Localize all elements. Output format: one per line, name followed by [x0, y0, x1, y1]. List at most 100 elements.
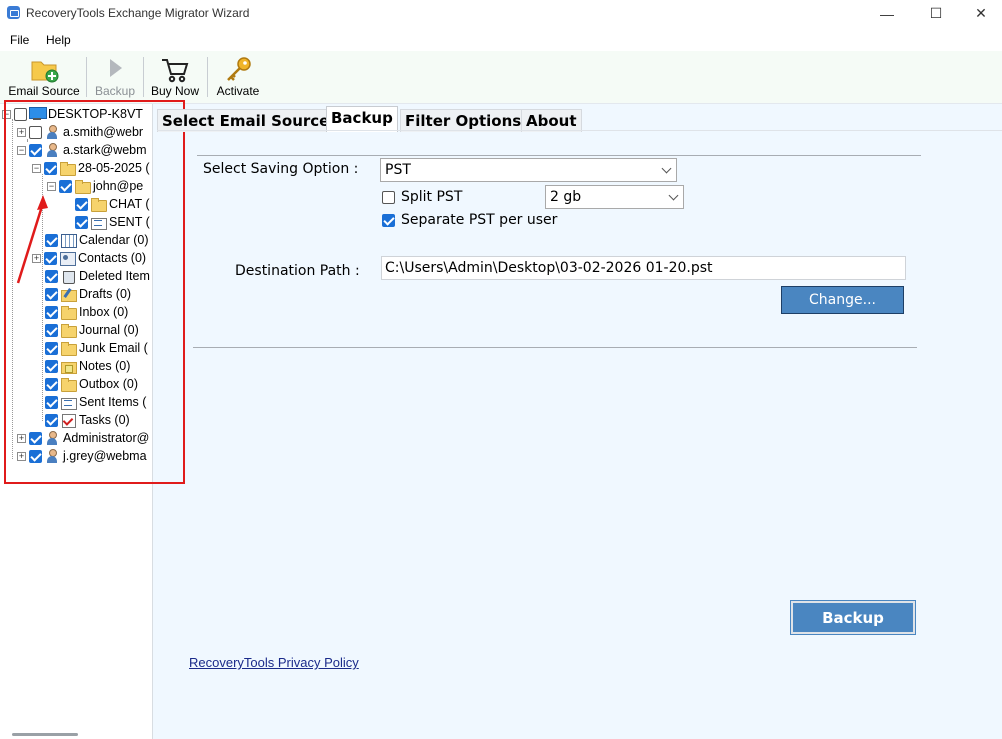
checkbox[interactable]	[44, 251, 57, 265]
separate-pst-row[interactable]: Separate PST per user	[382, 212, 557, 228]
tree-line	[42, 174, 43, 421]
folder-icon	[60, 323, 77, 338]
saving-option-label: Select Saving Option :	[203, 161, 359, 177]
checkbox[interactable]	[75, 215, 88, 229]
expand-icon[interactable]: +	[17, 127, 26, 137]
tree-folder[interactable]: Junk Email (	[45, 339, 148, 357]
destination-path-input[interactable]: C:\Users\Admin\Desktop\03-02-2026 01-20.…	[381, 256, 906, 280]
expand-icon[interactable]: +	[17, 451, 26, 461]
separate-pst-checkbox[interactable]	[382, 213, 395, 227]
tree-folder[interactable]: CHAT (	[75, 195, 150, 213]
tree-user[interactable]: − a.stark@webm	[17, 141, 147, 159]
tab-backup[interactable]: Backup	[326, 106, 398, 132]
buy-now-button[interactable]: Buy Now	[149, 53, 201, 101]
destination-path-value: C:\Users\Admin\Desktop\03-02-2026 01-20.…	[385, 260, 713, 276]
privacy-policy-link[interactable]: RecoveryTools Privacy Policy	[189, 655, 359, 670]
toolbar: Email Source Backup Buy Now Activate	[0, 51, 1002, 104]
change-button[interactable]: Change...	[781, 286, 904, 314]
collapse-icon[interactable]: −	[32, 163, 41, 173]
contacts-icon	[59, 251, 76, 266]
checkbox[interactable]	[45, 305, 58, 319]
tree-folder-label: Contacts (0)	[78, 251, 147, 265]
checkbox[interactable]	[59, 179, 72, 193]
minimize-button[interactable]: —	[864, 0, 910, 27]
collapse-icon[interactable]: −	[17, 145, 26, 155]
tree-folder[interactable]: Drafts (0)	[45, 285, 131, 303]
checkbox[interactable]	[45, 341, 58, 355]
tree-user-label: a.smith@webr	[63, 125, 144, 139]
activate-label: Activate	[216, 84, 260, 98]
tree-folder[interactable]: Calendar (0)	[45, 231, 148, 249]
tree-folder[interactable]: − john@pe	[47, 177, 143, 195]
tab-divider	[157, 130, 1002, 131]
folder-add-icon	[31, 61, 59, 83]
tree-folder[interactable]: + Contacts (0)	[32, 249, 146, 267]
inbox-icon	[60, 305, 77, 320]
tree-folder[interactable]: SENT (	[75, 213, 150, 231]
saving-option-select[interactable]: PST	[380, 158, 677, 182]
checkbox[interactable]	[75, 197, 88, 211]
tree-folder[interactable]: Notes (0)	[45, 357, 130, 375]
menu-file[interactable]: File	[10, 33, 29, 47]
tree-folder-label: CHAT (	[109, 197, 150, 211]
split-pst-label: Split PST	[401, 189, 463, 205]
expand-icon[interactable]: +	[17, 433, 26, 443]
checkbox[interactable]	[45, 377, 58, 391]
expand-icon[interactable]: +	[32, 253, 41, 263]
tree-folder[interactable]: Tasks (0)	[45, 411, 130, 429]
split-size-select[interactable]: 2 gb	[545, 185, 684, 209]
tab-about[interactable]: About	[521, 109, 582, 132]
tab-filter-options[interactable]: Filter Options	[400, 109, 527, 132]
horizontal-scrollbar[interactable]	[12, 733, 78, 736]
checkbox[interactable]	[45, 359, 58, 373]
close-button[interactable]: ✕	[958, 0, 1002, 27]
checkbox[interactable]	[45, 233, 58, 247]
checkbox[interactable]	[44, 161, 57, 175]
tree-root[interactable]: − DESKTOP-K8VT	[2, 105, 143, 123]
checkbox[interactable]	[45, 287, 58, 301]
tree-folder-label: john@pe	[93, 179, 144, 193]
checkbox[interactable]	[29, 431, 42, 445]
maximize-button[interactable]: ☐	[913, 0, 959, 27]
menu-help[interactable]: Help	[46, 33, 71, 47]
backup-button[interactable]: Backup	[790, 600, 916, 635]
tree-user-label: a.stark@webm	[63, 143, 147, 157]
checkbox[interactable]	[45, 395, 58, 409]
calendar-icon	[60, 233, 77, 248]
user-icon	[44, 431, 60, 445]
checkbox[interactable]	[29, 143, 42, 157]
tasks-icon	[60, 413, 76, 428]
backup-toolbar-button[interactable]: Backup	[92, 53, 138, 101]
split-pst-checkbox[interactable]	[382, 190, 395, 204]
tree-user[interactable]: + Administrator@	[17, 429, 149, 447]
tree-user[interactable]: + a.smith@webr	[17, 123, 143, 141]
checkbox[interactable]	[45, 269, 58, 283]
checkbox[interactable]	[14, 107, 27, 121]
destination-path-label: Destination Path :	[235, 263, 360, 279]
checkbox[interactable]	[45, 413, 58, 427]
folder-icon	[90, 197, 107, 212]
split-pst-row[interactable]: Split PST	[382, 189, 462, 205]
checkbox[interactable]	[29, 449, 42, 463]
drafts-icon	[60, 287, 77, 302]
tree-folder[interactable]: Sent Items (	[45, 393, 146, 411]
email-source-button[interactable]: Email Source	[8, 53, 80, 101]
tree-folder[interactable]: Outbox (0)	[45, 375, 138, 393]
tree-user-label: j.grey@webma	[63, 449, 147, 463]
tree-folder-label: SENT (	[109, 215, 150, 229]
collapse-icon[interactable]: −	[47, 181, 56, 191]
activate-button[interactable]: Activate	[213, 53, 263, 101]
split-size-value: 2 gb	[550, 189, 582, 205]
tree-folder-label: Journal (0)	[79, 323, 139, 337]
collapse-icon[interactable]: −	[2, 109, 11, 119]
tab-select-email-source[interactable]: Select Email Source	[157, 109, 335, 132]
tree-folder[interactable]: − 28-05-2025 (	[32, 159, 150, 177]
folder-tree-panel: − DESKTOP-K8VT + a.smith@webr − a.stark@…	[0, 104, 153, 739]
tree-folder[interactable]: Inbox (0)	[45, 303, 128, 321]
tree-user[interactable]: + j.grey@webma	[17, 447, 147, 465]
tree-folder[interactable]: Deleted Item	[45, 267, 150, 285]
buy-now-label: Buy Now	[150, 84, 200, 98]
checkbox[interactable]	[29, 125, 42, 139]
tree-folder[interactable]: Journal (0)	[45, 321, 139, 339]
checkbox[interactable]	[45, 323, 58, 337]
